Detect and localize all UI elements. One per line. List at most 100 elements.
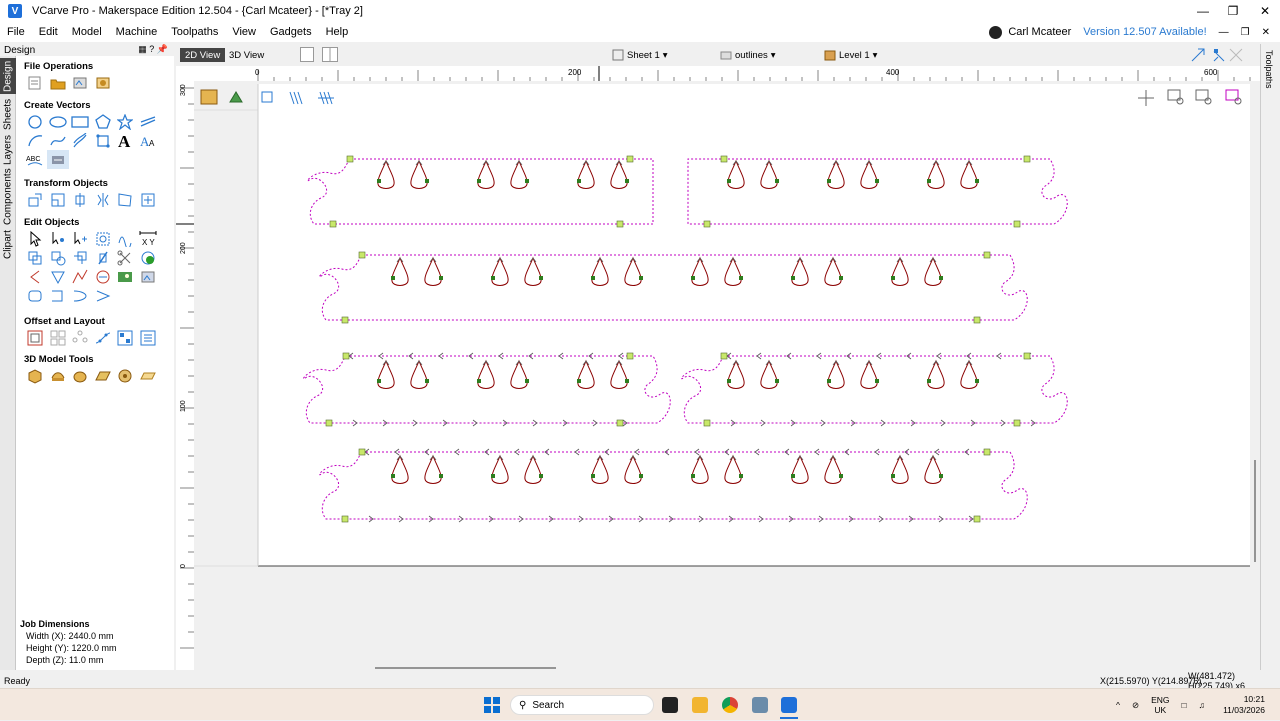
user-name[interactable]: Carl Mcateer [1008, 26, 1071, 38]
drawing-canvas[interactable]: 0 200 400 600 300 200 100 0 [176, 66, 1260, 670]
tab-2d-view[interactable]: 2D View [180, 48, 226, 62]
start-button-icon[interactable] [484, 697, 500, 713]
transform-mode-icon[interactable] [69, 229, 91, 248]
volume-icon[interactable]: ♫ [1199, 700, 1205, 710]
mirror-icon[interactable] [92, 190, 114, 209]
tab-sheets[interactable]: Sheets [0, 96, 16, 132]
interactive-trim-icon[interactable] [92, 229, 114, 248]
node-edit-icon[interactable] [47, 229, 69, 248]
layout-text-icon[interactable] [137, 328, 159, 347]
user-avatar-icon[interactable] [989, 25, 1003, 39]
array-icon[interactable] [47, 328, 69, 347]
panel-pin-icon[interactable]: ▦ ? 📌 [138, 44, 168, 55]
menu-help[interactable]: Help [319, 26, 356, 38]
menu-file[interactable]: File [0, 26, 32, 38]
align-icon[interactable] [69, 190, 91, 209]
select-pointer-icon[interactable] [24, 229, 46, 248]
offset-left-icon[interactable] [24, 267, 46, 286]
network-off-icon[interactable]: ⊘ [1132, 700, 1139, 711]
offset-icon[interactable] [24, 328, 46, 347]
makerspace-app-icon[interactable] [752, 697, 768, 713]
join-vectors-icon[interactable] [92, 248, 114, 267]
circle-icon[interactable] [24, 112, 46, 131]
chrome-icon[interactable] [722, 697, 738, 713]
texture-icon[interactable] [92, 366, 114, 385]
distort-icon[interactable] [114, 190, 136, 209]
mdi-restore-icon[interactable]: ❐ [1241, 27, 1250, 38]
display-icon[interactable]: □ [1182, 700, 1187, 710]
set-position-icon[interactable] [137, 190, 159, 209]
nesting-icon[interactable] [114, 328, 136, 347]
nest-icon[interactable] [92, 267, 114, 286]
chevron-up-icon[interactable]: ^ [1116, 700, 1120, 710]
single-view-icon[interactable] [300, 47, 314, 62]
measure-icon[interactable]: X Y [137, 229, 159, 248]
model-tilt-icon[interactable] [114, 366, 136, 385]
subtract-icon[interactable] [47, 248, 69, 267]
text-on-curve-icon[interactable]: AA [137, 131, 159, 150]
language-indicator[interactable]: ENG UK [1151, 695, 1169, 715]
trim-icon[interactable] [114, 229, 136, 248]
model-scale-icon[interactable] [47, 366, 69, 385]
tab-3d-view[interactable]: 3D View [224, 48, 269, 62]
open-file-icon[interactable] [47, 73, 69, 92]
tab-clipart[interactable]: Clipart [0, 228, 16, 262]
ellipse-icon[interactable] [47, 112, 69, 131]
sheet-dropdown[interactable]: Sheet 1 ▾ [612, 48, 668, 62]
file-explorer-icon[interactable] [692, 697, 708, 713]
copy-along-vector-icon[interactable] [92, 328, 114, 347]
vcarve-taskbar-icon[interactable] [781, 697, 797, 713]
import-model-icon[interactable] [92, 73, 114, 92]
scissors-icon[interactable] [114, 248, 136, 267]
close-vectors-icon[interactable] [137, 248, 159, 267]
maximize-button[interactable]: ❐ [1218, 0, 1248, 22]
bitmap-trace-icon[interactable] [114, 267, 136, 286]
close-button[interactable]: ✕ [1250, 0, 1280, 22]
curve-fit-icon[interactable] [69, 267, 91, 286]
toolpaths-side-tab[interactable]: Toolpaths [1260, 44, 1280, 670]
tab-layers[interactable]: Layers [0, 134, 16, 166]
trace-bitmap-icon[interactable] [137, 267, 159, 286]
flute-icon[interactable] [47, 286, 69, 305]
clock[interactable]: 10:21 11/03/2026 [1223, 694, 1265, 716]
new-file-icon[interactable] [24, 73, 46, 92]
line-polyline-icon[interactable] [137, 112, 159, 131]
taskbar-search[interactable]: ⚲ Search [510, 695, 654, 715]
model-bitmap-icon[interactable] [137, 366, 159, 385]
task-view-icon[interactable] [662, 697, 678, 713]
auto-layout-text-icon[interactable] [46, 150, 69, 169]
rectangle-icon[interactable] [69, 112, 91, 131]
layer-dropdown[interactable]: outlines ▾ [720, 48, 776, 62]
material-sheet[interactable] [258, 84, 1250, 566]
wave-icon[interactable] [69, 286, 91, 305]
component-icon[interactable] [24, 366, 46, 385]
circular-array-icon[interactable] [69, 328, 91, 347]
fillet-icon[interactable] [69, 131, 91, 150]
import-vectors-icon[interactable] [69, 73, 91, 92]
move-icon[interactable] [24, 190, 46, 209]
star-icon[interactable] [114, 112, 136, 131]
scale-icon[interactable] [47, 190, 69, 209]
polygon-icon[interactable] [92, 112, 114, 131]
mdi-minimize-icon[interactable]: — [1219, 27, 1229, 38]
minimize-button[interactable]: — [1188, 0, 1218, 22]
dogbone-icon[interactable] [92, 131, 114, 150]
rounded-rect-icon[interactable] [24, 286, 46, 305]
text-icon[interactable]: A [114, 131, 136, 150]
version-notice-link[interactable]: Version 12.507 Available! [1083, 26, 1206, 38]
curve-icon[interactable] [47, 131, 69, 150]
menu-toolpaths[interactable]: Toolpaths [164, 26, 225, 38]
chevron-icon[interactable] [92, 286, 114, 305]
model-shape-icon[interactable] [69, 366, 91, 385]
menu-gadgets[interactable]: Gadgets [263, 26, 319, 38]
split-view-icon[interactable] [322, 47, 338, 62]
menu-view[interactable]: View [225, 26, 263, 38]
menu-edit[interactable]: Edit [32, 26, 65, 38]
tab-components[interactable]: Components [0, 168, 16, 226]
level-dropdown[interactable]: Level 1 ▾ [824, 48, 877, 62]
weld-icon[interactable] [24, 248, 46, 267]
intersect-icon[interactable] [69, 248, 91, 267]
text-arc-icon[interactable]: ABC [24, 150, 46, 169]
snap-tools[interactable] [1190, 47, 1254, 63]
tab-design[interactable]: Design [0, 58, 16, 94]
